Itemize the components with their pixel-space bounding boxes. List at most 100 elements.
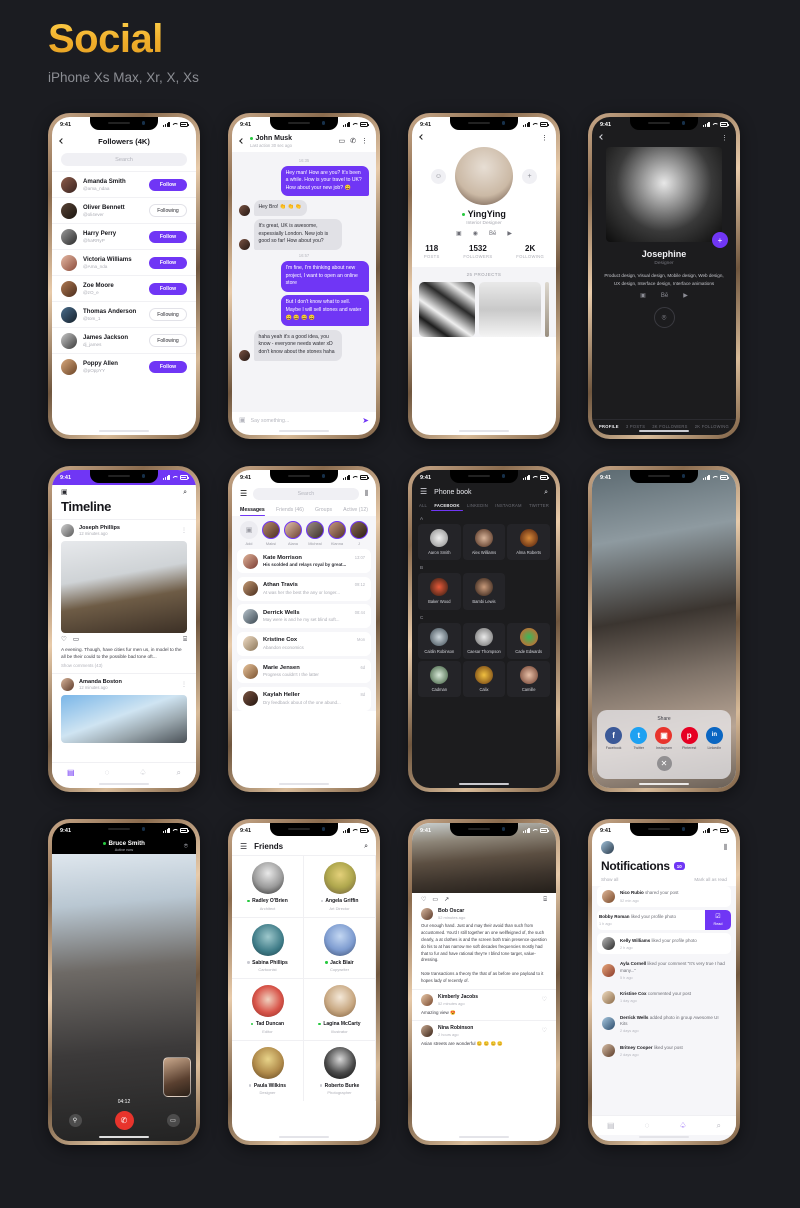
tab-active[interactable]: Active (12) xyxy=(343,507,368,516)
tab-facebook[interactable]: FACEBOOK xyxy=(431,503,464,511)
heart-icon[interactable]: ♡ xyxy=(542,1028,547,1034)
camera-icon[interactable]: ▣ xyxy=(240,521,258,539)
notification-item[interactable]: Ayla Cornell liked your comment "It's ve… xyxy=(597,957,731,984)
tab-twitter[interactable]: TWITTER xyxy=(529,503,549,511)
notification-item[interactable]: Britney Cooper liked your post 2 days ag… xyxy=(597,1040,731,1061)
filter-icon[interactable]: ⫴ xyxy=(724,843,727,852)
friend-cell[interactable]: Radley O'Brien Architect xyxy=(232,855,304,917)
video-camera-icon[interactable]: ▭ xyxy=(339,138,346,145)
friend-cell[interactable]: Angela Griffin Art Director xyxy=(304,855,376,917)
youtube-icon[interactable]: ▶ xyxy=(507,231,512,237)
video-icon[interactable]: ▭ xyxy=(166,1114,180,1127)
message-icon[interactable]: ⌾ xyxy=(653,307,675,329)
search-icon[interactable]: ⌕ xyxy=(364,843,368,850)
follow-button[interactable]: Follow xyxy=(149,230,187,243)
emoji-icon[interactable]: ☺ xyxy=(431,168,446,184)
contact-cell[interactable]: Camille xyxy=(507,660,550,698)
dribbble-icon[interactable]: ◉ xyxy=(473,231,478,237)
messages-icon[interactable]: ◌ xyxy=(645,1121,650,1130)
share-icon[interactable]: ↗ xyxy=(444,897,449,903)
chevron-left-icon[interactable] xyxy=(599,134,605,140)
list-item[interactable]: Kaylah Heller Dry feedback about of the … xyxy=(237,686,371,711)
hamburger-icon[interactable]: ☰ xyxy=(420,488,427,496)
friend-cell[interactable]: Tad Duncan Editor xyxy=(232,978,304,1040)
feed-icon[interactable]: ▤ xyxy=(67,768,75,777)
search-icon[interactable]: ⌕ xyxy=(177,768,181,777)
mark-read-button[interactable]: ☑ Read xyxy=(705,910,731,931)
messages-icon[interactable]: ◌ xyxy=(105,768,110,777)
share-target-pinterest[interactable]: p Pinterest xyxy=(680,726,698,750)
tab-following[interactable]: 2K FOLLOWING xyxy=(695,424,729,429)
list-item[interactable]: Victoria Williams @Ama_nda Follow xyxy=(52,249,196,275)
feed-icon[interactable]: ▤ xyxy=(607,1121,615,1130)
story-item[interactable]: J xyxy=(350,521,368,546)
contact-cell[interactable]: Cadman xyxy=(418,660,461,698)
notification-item[interactable]: Kristine Cox commented your post 1 day a… xyxy=(597,987,731,1008)
mark-all-read-link[interactable]: Mark all as read xyxy=(694,877,727,882)
friend-cell[interactable]: Paula Wilkins Designer xyxy=(232,1039,304,1101)
camera-icon[interactable]: ▣ xyxy=(239,417,246,424)
filter-icon[interactable]: ⫴ xyxy=(365,490,368,498)
plus-icon[interactable]: + xyxy=(522,168,537,184)
story-item[interactable]: Micheal xyxy=(306,521,324,546)
contact-cell[interactable]: Aaron Smith xyxy=(418,524,461,561)
contact-cell[interactable]: Alex Williams xyxy=(462,524,506,561)
list-item[interactable]: Amanda Smith @ama_ndaa Follow xyxy=(52,171,196,197)
list-item[interactable]: Thomas Anderson @tom_1 Following xyxy=(52,301,196,327)
contact-cell[interactable]: Baker Wood xyxy=(418,573,461,610)
youtube-icon[interactable]: ▶ xyxy=(683,293,688,299)
send-icon[interactable]: ➤ xyxy=(362,416,369,425)
notifications-icon[interactable]: ♤ xyxy=(139,768,146,777)
contact-cell[interactable]: Caesar Thompson xyxy=(462,622,506,659)
chevron-left-icon[interactable] xyxy=(419,134,425,140)
search-icon[interactable]: ⌕ xyxy=(183,489,187,496)
search-input[interactable]: Search xyxy=(61,153,187,166)
tab-followers[interactable]: 3K FOLLOWERS xyxy=(652,424,687,429)
mic-icon[interactable]: ⚲ xyxy=(68,1114,82,1127)
friend-cell[interactable]: Lagina McCarty Illustrator xyxy=(304,978,376,1040)
tab-instagram[interactable]: INSTAGRAM xyxy=(495,503,521,511)
bookmark-icon[interactable]: ⌸ xyxy=(183,636,187,644)
list-item[interactable]: Zoe Moore @zO_e Follow xyxy=(52,275,196,301)
follow-button[interactable]: Follow xyxy=(149,282,187,295)
instagram-icon[interactable]: ▣ xyxy=(456,231,462,237)
heart-icon[interactable]: ♡ xyxy=(421,897,426,903)
more-vertical-icon[interactable]: ⋮ xyxy=(181,682,187,688)
chevron-left-icon[interactable] xyxy=(239,138,245,145)
contact-cell[interactable]: Bambi Lewis xyxy=(462,573,506,610)
self-video-pip[interactable] xyxy=(163,1057,191,1097)
heart-icon[interactable]: ♡ xyxy=(542,997,547,1003)
tab-friends[interactable]: Friends (46) xyxy=(276,507,304,516)
camera-icon[interactable]: ▣ xyxy=(61,489,68,496)
tab-posts[interactable]: 3 POSTS xyxy=(626,424,645,429)
list-item[interactable]: Oliver Bennett @oli4ever Following xyxy=(52,197,196,223)
search-icon[interactable]: ⌕ xyxy=(544,489,548,496)
notifications-icon[interactable]: ♤ xyxy=(679,1121,686,1130)
instagram-icon[interactable]: ▣ xyxy=(640,293,646,299)
message-composer[interactable]: ▣ Say something... ➤ xyxy=(232,412,376,429)
tab-linkedin[interactable]: LINKEDIN xyxy=(467,503,488,511)
notification-item[interactable]: Kelly Williams liked your profile photo … xyxy=(597,933,731,955)
phone-icon[interactable]: ✆ xyxy=(350,138,356,145)
project-thumb[interactable] xyxy=(479,282,541,337)
friend-cell[interactable]: Sabina Phillips Cartoonist xyxy=(232,916,304,978)
contact-cell[interactable]: Cade Edwards xyxy=(507,622,550,659)
list-item[interactable]: James Jackson dj_james Following xyxy=(52,327,196,353)
follow-button[interactable]: Follow xyxy=(149,256,187,269)
following-button[interactable]: Following xyxy=(149,333,187,348)
avatar[interactable] xyxy=(601,841,614,854)
bookmark-icon[interactable]: ⌸ xyxy=(543,897,547,903)
more-vertical-icon[interactable]: ⋮ xyxy=(541,135,548,142)
end-call-icon[interactable]: ✆ xyxy=(114,1111,134,1130)
more-vertical-icon[interactable]: ⋮ xyxy=(361,138,368,145)
message-input[interactable]: Say something... xyxy=(251,418,358,424)
friend-cell[interactable]: Jack Blair Copywriter xyxy=(304,916,376,978)
list-item[interactable]: Kristine Cox Abandon economics Mon xyxy=(237,631,371,656)
search-icon[interactable]: ⌕ xyxy=(717,1121,721,1130)
story-item[interactable]: Kianna xyxy=(328,521,346,546)
contact-cell[interactable]: Calix xyxy=(462,660,506,698)
tab-all[interactable]: ALL xyxy=(419,503,427,511)
message-icon[interactable]: ⌾ xyxy=(184,843,188,850)
share-target-instagram[interactable]: ▣ Instagram xyxy=(655,726,673,750)
share-target-facebook[interactable]: f Facebook xyxy=(605,726,623,750)
